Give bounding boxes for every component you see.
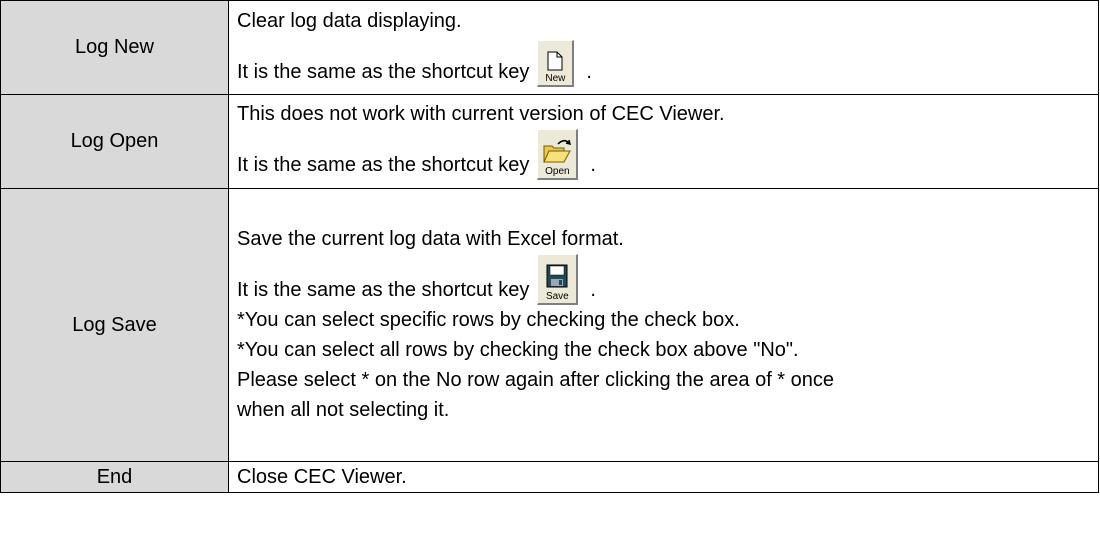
table-row-log-save: Log Save Save the current log data with … bbox=[0, 188, 1099, 462]
description-line: This does not work with current version … bbox=[237, 103, 725, 125]
description-line: *You can select specific rows by checkin… bbox=[237, 308, 740, 331]
shortcut-line: It is the same as the shortcut key Open … bbox=[237, 129, 1098, 180]
save-toolbar-button[interactable]: Save bbox=[537, 253, 579, 305]
table-row-log-new: Log New Clear log data displaying. It is… bbox=[0, 0, 1099, 95]
period: . bbox=[590, 154, 596, 176]
menu-label: Log Save bbox=[72, 313, 157, 336]
open-toolbar-button[interactable]: Open bbox=[537, 129, 579, 180]
description-cell: Close CEC Viewer. bbox=[228, 461, 1099, 493]
menu-label: End bbox=[96, 465, 133, 488]
description-line: *You can select all rows by checking the… bbox=[237, 338, 799, 361]
open-folder-icon bbox=[543, 139, 572, 163]
menu-label-cell: Log Open bbox=[0, 94, 229, 189]
floppy-disk-icon bbox=[546, 264, 568, 287]
description-cell: This does not work with current version … bbox=[228, 94, 1099, 189]
menu-label-cell: Log New bbox=[0, 0, 229, 95]
menu-label: Log Open bbox=[70, 130, 159, 152]
new-button-label: New bbox=[545, 73, 566, 84]
description-cell: Save the current log data with Excel for… bbox=[228, 188, 1099, 462]
menu-label-cell: Log Save bbox=[0, 188, 229, 462]
new-toolbar-button[interactable]: New bbox=[537, 40, 575, 87]
description-line: Please select * on the No row again afte… bbox=[237, 368, 835, 391]
description-line: Clear log data displaying. bbox=[237, 10, 462, 32]
menu-label: Log New bbox=[75, 36, 154, 58]
menu-description-table: Log New Clear log data displaying. It is… bbox=[0, 0, 1099, 493]
description-cell: Clear log data displaying. It is the sam… bbox=[228, 0, 1099, 95]
description-line: when all not selecting it. bbox=[237, 398, 450, 421]
table-row-end: End Close CEC Viewer. bbox=[0, 461, 1099, 493]
shortcut-line: It is the same as the shortcut key Save … bbox=[237, 253, 1098, 305]
description-line: Close CEC Viewer. bbox=[237, 466, 407, 488]
open-button-label: Open bbox=[545, 166, 570, 177]
shortcut-text: It is the same as the shortcut key bbox=[237, 278, 530, 301]
save-button-label: Save bbox=[545, 290, 569, 302]
period: . bbox=[586, 61, 592, 83]
new-document-icon bbox=[547, 51, 563, 71]
description-line: Save the current log data with Excel for… bbox=[237, 227, 624, 250]
table-row-log-open: Log Open This does not work with current… bbox=[0, 94, 1099, 189]
period: . bbox=[590, 278, 596, 301]
shortcut-text: It is the same as the shortcut key bbox=[237, 154, 530, 176]
menu-label-cell: End bbox=[0, 461, 229, 493]
shortcut-text: It is the same as the shortcut key bbox=[237, 61, 530, 83]
shortcut-line: It is the same as the shortcut key New . bbox=[237, 40, 1098, 87]
